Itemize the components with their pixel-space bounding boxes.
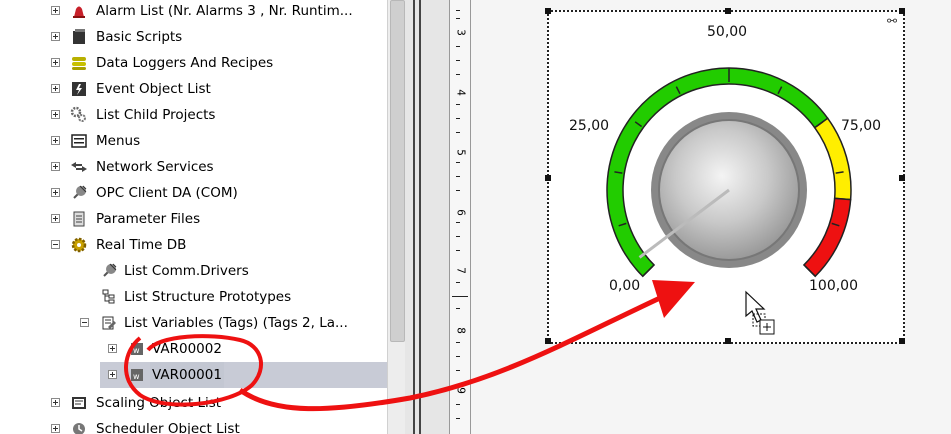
expand-toggle[interactable] — [51, 398, 60, 407]
menu-icon — [70, 132, 88, 150]
tree-item-data-loggers[interactable]: Data Loggers And Recipes — [0, 50, 387, 76]
tree-scrollbar[interactable] — [387, 0, 405, 434]
structure-icon — [100, 288, 118, 306]
tree-item-opc-client[interactable]: OPC Client DA (COM) — [0, 180, 387, 206]
design-canvas[interactable]: ⚯ 50,00 25,00 75,00 0,00 100,00 — [471, 0, 951, 434]
tree-scrollbar-thumb[interactable] — [390, 0, 405, 342]
splitter-line — [413, 0, 415, 434]
script-icon — [70, 28, 88, 46]
tree-item-label: Scheduler Object List — [96, 421, 240, 434]
collapse-toggle[interactable] — [80, 318, 89, 327]
network-arrows-icon — [70, 158, 88, 176]
plug-icon — [100, 262, 118, 280]
gauge-label-q1: 25,00 — [569, 118, 610, 134]
ruler-number: 9 — [454, 387, 468, 394]
gauge-label-mid: 50,00 — [707, 24, 748, 40]
expand-toggle[interactable] — [51, 136, 60, 145]
gauge-label-min: 0,00 — [609, 278, 641, 294]
tree-item-label: List Child Projects — [96, 107, 216, 123]
tree-item-label: Real Time DB — [96, 237, 187, 253]
tree-item-list-comm-drivers[interactable]: List Comm.Drivers — [0, 258, 387, 284]
ruler-number: 3 — [454, 29, 468, 36]
ruler-number: 7 — [454, 267, 468, 274]
svg-text:w: w — [133, 372, 140, 381]
tree-item-label: Event Object List — [96, 81, 211, 97]
gear-icon — [70, 236, 88, 254]
tree-item-label: Parameter Files — [96, 211, 201, 227]
svg-text:w: w — [133, 346, 140, 355]
splitter-line — [419, 0, 421, 434]
tree-item-scheduler-object-list[interactable]: Scheduler Object List — [0, 416, 387, 434]
event-icon — [70, 80, 88, 98]
tree-item-label: Scaling Object List — [96, 395, 222, 411]
database-icon — [70, 54, 88, 72]
gauge-object[interactable]: ⚯ 50,00 25,00 75,00 0,00 100,00 — [545, 8, 905, 344]
scheduler-icon — [70, 420, 88, 434]
variable-icon: w — [128, 340, 146, 358]
alarm-bell-icon — [70, 2, 88, 20]
tree-item-label: VAR00001 — [150, 362, 224, 388]
gauge-band-red — [802, 197, 852, 278]
tree-item-list-structure-prototypes[interactable]: List Structure Prototypes — [0, 284, 387, 310]
gears-icon — [70, 106, 88, 124]
expand-toggle[interactable] — [51, 162, 60, 171]
tree-item-real-time-db[interactable]: Real Time DB — [0, 232, 387, 258]
vertical-ruler: 3 4 5 6 7 8 9 — [449, 0, 471, 434]
pane-splitter[interactable] — [405, 0, 449, 434]
expand-toggle[interactable] — [51, 110, 60, 119]
tree-item-label: List Structure Prototypes — [124, 289, 292, 305]
tree-item-list-child-projects[interactable]: List Child Projects — [0, 102, 387, 128]
tree-item-basic-scripts[interactable]: Basic Scripts — [0, 24, 387, 50]
gauge-label-q3: 75,00 — [841, 118, 882, 134]
tree-item-parameter-files[interactable]: Parameter Files — [0, 206, 387, 232]
expand-toggle[interactable] — [51, 58, 60, 67]
tree-item-var00002[interactable]: w VAR00002 — [0, 336, 387, 362]
tree-item-menus[interactable]: Menus — [0, 128, 387, 154]
tree-item-label: List Variables (Tags) (Tags 2, La... — [124, 315, 348, 331]
tree-item-var00001[interactable]: w VAR00001 — [100, 362, 387, 388]
tree-item-label: Alarm List (Nr. Alarms 3 , Nr. Runtim... — [96, 3, 353, 19]
tree-item-label: Menus — [96, 133, 141, 149]
expand-toggle[interactable] — [51, 32, 60, 41]
expand-toggle[interactable] — [51, 424, 60, 433]
ruler-number: 4 — [454, 89, 468, 96]
expand-toggle[interactable] — [108, 344, 117, 353]
expand-toggle[interactable] — [51, 214, 60, 223]
expand-toggle[interactable] — [51, 84, 60, 93]
ruler-number: 8 — [454, 327, 468, 334]
tree-item-label: Basic Scripts — [96, 29, 183, 45]
plug-icon — [70, 184, 88, 202]
tree-item-alarm-list[interactable]: Alarm List (Nr. Alarms 3 , Nr. Runtim... — [0, 0, 387, 24]
scaling-icon — [70, 394, 88, 412]
tree-item-label: Data Loggers And Recipes — [96, 55, 274, 71]
tree-item-scaling-object-list[interactable]: Scaling Object List — [0, 390, 387, 416]
ruler-number: 6 — [454, 209, 468, 216]
tree-item-label: OPC Client DA (COM) — [96, 185, 238, 201]
collapse-toggle[interactable] — [51, 240, 60, 249]
tree-item-network-services[interactable]: Network Services — [0, 154, 387, 180]
file-icon — [70, 210, 88, 228]
expand-toggle[interactable] — [108, 370, 117, 379]
project-explorer-tree: Alarm List (Nr. Alarms 3 , Nr. Runtim...… — [0, 0, 405, 434]
variable-icon: w — [128, 366, 146, 384]
tree-item-list-variables[interactable]: List Variables (Tags) (Tags 2, La... — [0, 310, 387, 336]
ruler-number: 5 — [454, 149, 468, 156]
expand-toggle[interactable] — [51, 6, 60, 15]
tree-item-label: Network Services — [96, 159, 214, 175]
tree-item-label: List Comm.Drivers — [124, 263, 249, 279]
tree-item-label: VAR00002 — [152, 341, 222, 357]
variables-list-icon — [100, 314, 118, 332]
expand-toggle[interactable] — [51, 188, 60, 197]
tree-item-event-object-list[interactable]: Event Object List — [0, 76, 387, 102]
gauge-label-max: 100,00 — [809, 278, 858, 294]
